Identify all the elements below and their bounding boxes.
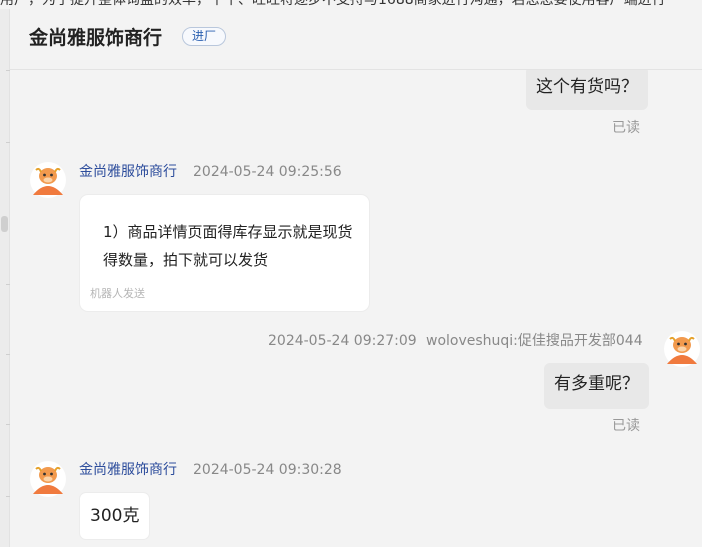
message-bubble-incoming[interactable]: 300克 <box>80 493 150 539</box>
cartoon-cow-avatar-icon[interactable] <box>664 331 700 367</box>
message-sender-name[interactable]: 金尚雅服饰商行 <box>79 163 177 181</box>
message-text: 有多重呢？ <box>554 374 639 394</box>
chat-header: 金尚雅服饰商行 进厂 <box>10 0 702 70</box>
message-time: 2024-05-24 09:30:28 <box>193 462 342 478</box>
message-text: 300克 <box>90 506 140 526</box>
message-time: 2024-05-24 09:27:09 <box>268 333 417 349</box>
left-panel-edge <box>0 0 10 547</box>
left-scroll-handle[interactable] <box>1 216 8 232</box>
top-notice-banner: 用户，为了提升整体询盘的效率，千牛、旺旺将逐步不支持与1688商家进行沟通，若您… <box>0 0 702 9</box>
message-text: 1）商品详情页面得库存显示就是现货得数量，拍下就可以发货 <box>103 223 353 269</box>
message-text: 这个有货吗？ <box>536 77 638 97</box>
cartoon-cow-avatar-icon[interactable] <box>30 461 66 497</box>
message-card-incoming[interactable]: 1）商品详情页面得库存显示就是现货得数量，拍下就可以发货 机器人发送 <box>80 195 369 311</box>
message-bubble-outgoing[interactable]: 有多重呢？ <box>544 363 649 409</box>
message-bubble-outgoing[interactable]: 这个有货吗？ <box>526 66 648 110</box>
message-time: 2024-05-24 09:25:56 <box>193 164 342 180</box>
factory-tag: 进厂 <box>182 27 227 46</box>
read-status: 已读 <box>612 418 640 434</box>
cartoon-cow-avatar-icon[interactable] <box>30 162 66 198</box>
read-status: 已读 <box>612 120 640 136</box>
message-sender-name: woloveshuqi:促佳搜品开发部044 <box>426 333 643 349</box>
shop-name-title: 金尚雅服饰商行 <box>29 27 163 49</box>
bot-sent-label: 机器人发送 <box>90 287 145 300</box>
message-sender-name[interactable]: 金尚雅服饰商行 <box>79 461 177 479</box>
